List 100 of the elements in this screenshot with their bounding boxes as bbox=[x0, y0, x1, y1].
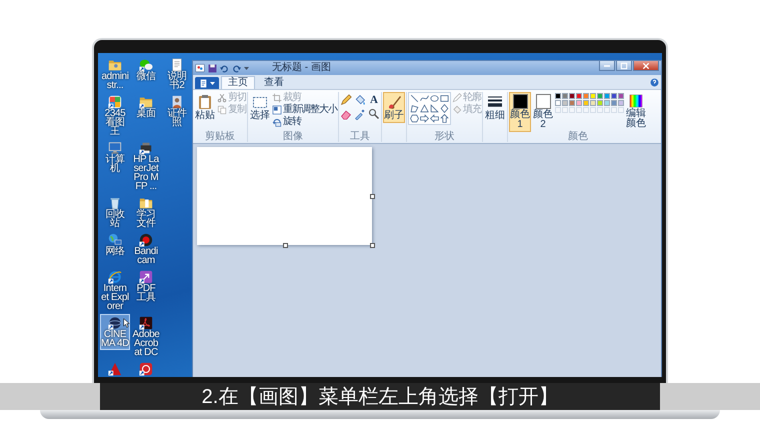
fill-bucket-icon bbox=[354, 94, 366, 106]
minimize-button[interactable] bbox=[599, 61, 615, 71]
fill-bucket-button[interactable] bbox=[354, 94, 366, 106]
shape-tool-button[interactable] bbox=[420, 114, 429, 123]
desktop-shortcut[interactable]: 说明书2 bbox=[162, 56, 192, 92]
palette-swatch[interactable] bbox=[618, 93, 624, 99]
desktop-shortcut[interactable]: 2345看图王 bbox=[100, 93, 130, 138]
triangle-icon bbox=[108, 362, 122, 376]
paint-app-icon bbox=[195, 63, 205, 73]
shape-tool-button[interactable] bbox=[410, 104, 419, 113]
palette-swatch[interactable] bbox=[583, 93, 589, 99]
paste-button[interactable]: 粘贴 bbox=[194, 92, 216, 123]
palette-swatch[interactable] bbox=[611, 100, 617, 106]
shape-tool-button[interactable] bbox=[410, 114, 419, 123]
color-picker-button[interactable] bbox=[354, 108, 366, 120]
palette-swatch[interactable] bbox=[604, 100, 610, 106]
portrait-icon bbox=[170, 95, 184, 109]
select-button[interactable]: 选择 bbox=[249, 92, 271, 123]
line-icon bbox=[410, 94, 419, 103]
app-icon bbox=[139, 316, 153, 330]
size-button[interactable]: 粗细 bbox=[484, 92, 506, 123]
palette-swatch[interactable] bbox=[611, 93, 617, 99]
color-slot-button[interactable]: 颜色 2 bbox=[532, 92, 554, 132]
palette-swatch[interactable] bbox=[576, 93, 582, 99]
resize-handle[interactable] bbox=[370, 194, 375, 199]
save-icon bbox=[208, 64, 217, 72]
brush-icon bbox=[386, 94, 402, 110]
caret-icon bbox=[210, 82, 215, 84]
color-slot-button[interactable]: 颜色 1 bbox=[509, 92, 531, 132]
text-tool-button[interactable]: A bbox=[368, 94, 380, 106]
palette-swatch[interactable] bbox=[569, 100, 575, 106]
rotate-button[interactable]: 旋转 bbox=[272, 116, 337, 128]
selection-icon bbox=[252, 94, 268, 110]
hexagon-icon bbox=[410, 114, 419, 123]
cursor-icon bbox=[123, 318, 130, 328]
app-icon bbox=[139, 270, 153, 284]
edit-colors-button[interactable]: 编辑颜色 bbox=[625, 92, 647, 131]
polygon-icon bbox=[410, 104, 419, 113]
line-width-icon bbox=[487, 94, 503, 110]
resize-handle[interactable] bbox=[283, 243, 288, 248]
desktop-shortcut[interactable]: Bandicam bbox=[131, 231, 161, 267]
maximize-button[interactable] bbox=[616, 61, 632, 71]
chat-icon bbox=[139, 58, 153, 72]
desktop-shortcut[interactable]: Adobe Acrobat DC bbox=[131, 314, 161, 359]
desktop-shortcut[interactable]: administr... bbox=[100, 56, 130, 92]
shape-tool-button[interactable] bbox=[440, 94, 449, 103]
desktop-shortcut[interactable]: PDF工具 bbox=[131, 268, 161, 304]
desktop-shortcut[interactable]: HP LaserJet Pro MFP ... bbox=[131, 139, 161, 193]
shape-tool-button[interactable] bbox=[420, 104, 429, 113]
shape-tool-button[interactable] bbox=[430, 114, 439, 123]
magnifier-icon bbox=[368, 108, 380, 120]
outline-icon bbox=[452, 93, 462, 103]
palette-swatch[interactable] bbox=[562, 93, 568, 99]
palette-swatch[interactable] bbox=[597, 100, 603, 106]
rotate-icon bbox=[272, 117, 282, 127]
group-label: 剪贴板 bbox=[204, 132, 236, 142]
diamond-icon bbox=[440, 104, 449, 113]
shape-tool-button[interactable] bbox=[440, 104, 449, 113]
magnifier-button[interactable] bbox=[368, 108, 380, 120]
eraser-button[interactable] bbox=[340, 108, 352, 120]
shape-tool-button[interactable] bbox=[430, 104, 439, 113]
palette-swatch[interactable] bbox=[618, 100, 624, 106]
shape-tool-button[interactable] bbox=[410, 94, 419, 103]
desktop-shortcut[interactable]: 回收站 bbox=[100, 194, 130, 230]
quick-access-caret-icon bbox=[244, 66, 249, 70]
palette-swatch[interactable] bbox=[562, 100, 568, 106]
ribbon-tab[interactable]: 主页 bbox=[221, 76, 255, 89]
pencil-button[interactable] bbox=[340, 94, 352, 106]
close-button[interactable] bbox=[633, 61, 659, 71]
desktop-shortcut[interactable]: 微信 bbox=[131, 56, 161, 83]
shape-tool-button[interactable] bbox=[420, 94, 429, 103]
desktop-shortcut[interactable]: 计算机 bbox=[100, 139, 130, 175]
resize-icon bbox=[272, 105, 282, 115]
pencil-icon bbox=[340, 94, 352, 106]
brushes-button[interactable]: 刷子 bbox=[383, 92, 405, 123]
resize-button[interactable]: 重新调整大小 bbox=[272, 104, 337, 116]
desktop-shortcut[interactable]: 证件照 bbox=[162, 93, 192, 129]
palette-swatch[interactable] bbox=[583, 100, 589, 106]
group-label: 形状 bbox=[434, 132, 456, 142]
palette-swatch[interactable] bbox=[590, 93, 596, 99]
desktop-shortcut[interactable]: Internet Explorer bbox=[100, 268, 130, 313]
ribbon-tab[interactable]: 查看 bbox=[257, 76, 291, 89]
desktop-shortcut[interactable]: 桌面 bbox=[131, 93, 161, 120]
palette-swatch[interactable] bbox=[590, 100, 596, 106]
clipboard-icon bbox=[197, 94, 213, 110]
right-triangle-icon bbox=[430, 104, 439, 113]
palette-swatch[interactable] bbox=[597, 93, 603, 99]
shape-tool-button[interactable] bbox=[440, 114, 449, 123]
palette-swatch[interactable] bbox=[555, 93, 561, 99]
tile-grid-icon bbox=[108, 95, 122, 109]
desktop-shortcut[interactable]: 网络 bbox=[100, 231, 130, 258]
palette-swatch[interactable] bbox=[555, 100, 561, 106]
desktop-shortcut[interactable]: 学习文件 bbox=[131, 194, 161, 230]
palette-swatch[interactable] bbox=[604, 93, 610, 99]
file-menu-button[interactable] bbox=[195, 77, 219, 89]
palette-swatch[interactable] bbox=[569, 93, 575, 99]
subtitle-text: 2.在【画图】菜单栏左上角选择【打开】 bbox=[202, 384, 558, 408]
resize-handle[interactable] bbox=[370, 243, 375, 248]
palette-swatch[interactable] bbox=[576, 100, 582, 106]
shape-tool-button[interactable] bbox=[430, 94, 439, 103]
